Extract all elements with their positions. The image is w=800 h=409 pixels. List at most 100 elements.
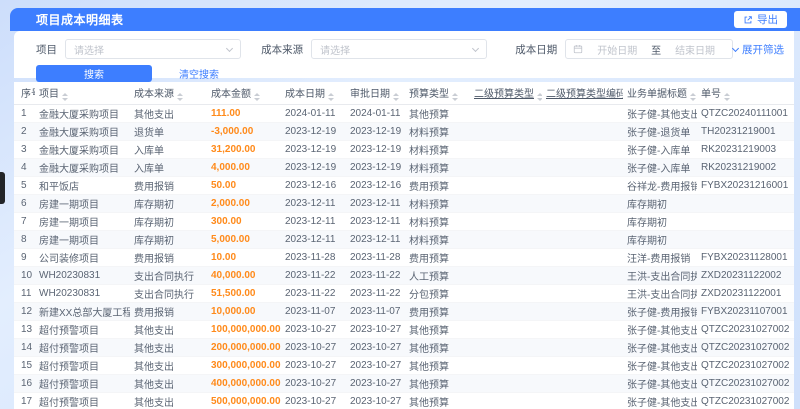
cell-project: 超付预警项目	[35, 374, 130, 393]
calendar-icon	[573, 44, 583, 54]
cell-no: 4	[14, 158, 35, 177]
cell-cost_date: 2024-01-11	[281, 104, 346, 123]
cell-audit_date: 2023-12-19	[346, 140, 405, 159]
column-header-amount[interactable]: 成本金额	[207, 82, 281, 105]
cell-doc_title: 张子健-其他支出	[623, 104, 697, 123]
cost-detail-table: 序号项目 成本来源 成本金额 成本日期 审批日期 预算类型 二级预算类型 二级预算类型编码业务…	[14, 82, 794, 409]
cell-source: 支出合同执行	[130, 266, 207, 285]
sort-caret-icon[interactable]	[452, 93, 458, 101]
cell-doc_title: 王洪-支出合同执行	[623, 284, 697, 303]
cell-audit_date: 2023-10-27	[346, 338, 405, 357]
cell-sub_budget_code	[542, 320, 623, 339]
clear-search-button[interactable]: 清空搜索	[179, 66, 219, 81]
sort-caret-icon[interactable]	[537, 93, 542, 101]
cell-audit_date: 2023-10-27	[346, 374, 405, 393]
cell-audit_date: 2023-12-19	[346, 158, 405, 177]
column-header-cost_date[interactable]: 成本日期	[281, 82, 346, 105]
project-select[interactable]: 请选择	[65, 39, 242, 59]
column-header-sub_budget_code[interactable]: 二级预算类型编码	[542, 82, 623, 105]
cell-project: 超付预警项目	[35, 320, 130, 339]
cell-budget_type: 费用预算	[405, 302, 470, 321]
table-row: 11 WH20230831 支出合同执行 51,500.00 2023-11-22 202…	[14, 284, 794, 303]
cell-audit_date: 2023-10-27	[346, 356, 405, 375]
sort-caret-icon[interactable]	[62, 93, 68, 101]
cell-sub_budget_type	[470, 248, 542, 267]
drawer-handle[interactable]	[0, 172, 5, 204]
cell-sub_budget_code	[542, 338, 623, 357]
column-header-doc_title[interactable]: 业务单据标题	[623, 82, 697, 105]
cell-no: 7	[14, 212, 35, 231]
chevron-down-icon	[731, 44, 740, 52]
search-button[interactable]: 搜索	[36, 65, 152, 82]
cell-source: 费用报销	[130, 248, 207, 267]
cell-source: 退货单	[130, 122, 207, 141]
sort-caret-icon[interactable]	[393, 93, 399, 101]
cell-budget_type: 其他预算	[405, 104, 470, 123]
cell-amount: 100,000,000.00	[207, 320, 281, 339]
table-row: 3 金融大厦采购项目 入库单 31,200.00 2023-12-19 2023-12-1…	[14, 140, 794, 159]
export-icon	[743, 15, 753, 25]
cell-sub_budget_type	[470, 320, 542, 339]
export-button[interactable]: 导出	[734, 11, 787, 28]
cell-cost_date: 2023-11-22	[281, 266, 346, 285]
cell-cost_date: 2023-10-27	[281, 374, 346, 393]
sort-caret-icon[interactable]	[254, 93, 260, 101]
cell-doc_title: 谷祥龙-费用报销	[623, 176, 697, 195]
cell-audit_date: 2023-12-11	[346, 212, 405, 231]
cell-sub_budget_code	[542, 284, 623, 303]
cell-sub_budget_code	[542, 392, 623, 409]
cell-cost_date: 2023-12-19	[281, 122, 346, 141]
cell-amount: 50.00	[207, 176, 281, 195]
cell-sub_budget_type	[470, 230, 542, 249]
cost-date-filter-label: 成本日期	[515, 43, 558, 56]
table-row: 6 房建一期项目 库存期初 2,000.00 2023-12-11 2023-12-11 材…	[14, 194, 794, 213]
cell-sub_budget_type	[470, 212, 542, 231]
sort-caret-icon[interactable]	[177, 93, 183, 101]
column-header-label: 项目	[39, 89, 59, 100]
cell-sub_budget_type	[470, 104, 542, 123]
cell-doc_no: QTZC20231027002	[697, 356, 794, 375]
column-header-source[interactable]: 成本来源	[130, 82, 207, 105]
sort-caret-icon[interactable]	[690, 93, 696, 101]
column-header-no: 序号	[14, 82, 35, 105]
column-header-project[interactable]: 项目	[35, 82, 130, 105]
expand-filters-link[interactable]: 展开筛选	[731, 42, 784, 57]
cell-sub_budget_type	[470, 176, 542, 195]
page-title: 项目成本明细表	[36, 13, 124, 27]
cell-budget_type: 材料预算	[405, 122, 470, 141]
cell-project: WH20230831	[35, 266, 130, 285]
cell-source: 其他支出	[130, 104, 207, 123]
cell-amount: 10,000.00	[207, 302, 281, 321]
sort-caret-icon[interactable]	[724, 93, 730, 101]
column-header-label: 业务单据标题	[627, 89, 687, 100]
cell-source: 费用报销	[130, 176, 207, 195]
cell-doc_no	[697, 230, 794, 249]
cell-project: 超付预警项目	[35, 338, 130, 357]
column-header-doc_no[interactable]: 单号	[697, 82, 794, 105]
cell-source: 费用报销	[130, 302, 207, 321]
table-row: 10 WH20230831 支出合同执行 40,000.00 2023-11-22 202…	[14, 266, 794, 285]
cell-doc_title: 张子健-其他支出	[623, 338, 697, 357]
cost-source-select[interactable]: 请选择	[311, 39, 488, 59]
cell-cost_date: 2023-10-27	[281, 356, 346, 375]
sort-caret-icon[interactable]	[328, 93, 334, 101]
table-row: 17 超付预警项目 其他支出 500,000,000.00 2023-10-27 2023…	[14, 392, 794, 409]
column-header-budget_type[interactable]: 预算类型	[405, 82, 470, 105]
cell-source: 库存期初	[130, 194, 207, 213]
cell-budget_type: 费用预算	[405, 248, 470, 267]
cell-source: 其他支出	[130, 356, 207, 375]
cell-sub_budget_code	[542, 374, 623, 393]
cell-sub_budget_code	[542, 212, 623, 231]
cell-doc_title: 张子健-其他支出	[623, 320, 697, 339]
cell-no: 9	[14, 248, 35, 267]
cost-date-range-input[interactable]: 开始日期 至 结束日期	[565, 39, 733, 59]
cell-source: 其他支出	[130, 320, 207, 339]
cell-doc_no: FYBX20231216001	[697, 176, 794, 195]
cell-doc_title: 张子健-其他支出	[623, 392, 697, 409]
column-header-audit_date[interactable]: 审批日期	[346, 82, 405, 105]
cell-cost_date: 2023-11-28	[281, 248, 346, 267]
column-header-sub_budget_type[interactable]: 二级预算类型	[470, 82, 542, 105]
cell-amount: 400,000,000.00	[207, 374, 281, 393]
cell-no: 6	[14, 194, 35, 213]
project-select-placeholder: 请选择	[74, 45, 104, 57]
